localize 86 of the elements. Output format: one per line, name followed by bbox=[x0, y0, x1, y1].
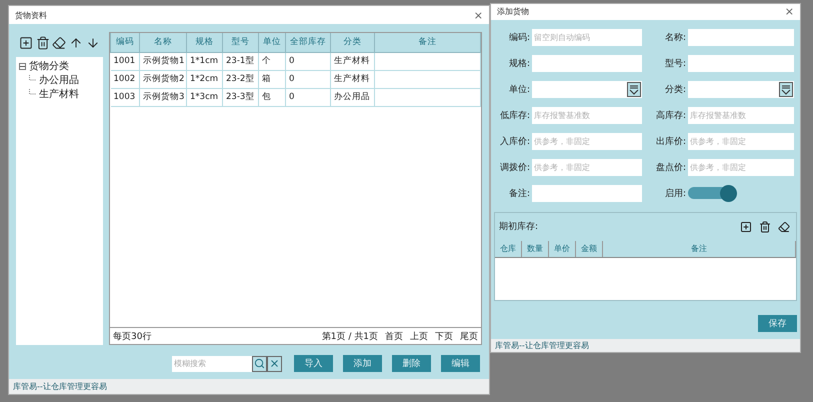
search-field[interactable]: 模糊搜索 bbox=[172, 356, 252, 372]
column-header[interactable]: 单位 bbox=[258, 33, 286, 52]
status-text: 库管易--让仓库管理更容易 bbox=[495, 340, 589, 351]
dropdown-icon[interactable] bbox=[627, 82, 641, 97]
field-label: 编码: bbox=[508, 32, 530, 44]
input-field[interactable] bbox=[688, 28, 794, 46]
input-field[interactable]: 供参考，非固定 bbox=[688, 132, 794, 150]
table-cell: 23-2型 bbox=[222, 70, 258, 88]
table-cell: 0 bbox=[286, 88, 330, 106]
column-header[interactable]: 分类 bbox=[330, 33, 374, 52]
page-nav-link[interactable]: 下页 bbox=[435, 330, 453, 342]
field-label: 分类: bbox=[664, 84, 686, 96]
close-button[interactable]: × bbox=[784, 5, 794, 18]
tree-item[interactable]: 生产材料 bbox=[39, 87, 79, 101]
tree-item[interactable]: 办公用品 bbox=[39, 73, 79, 87]
table-cell: 1*1cm bbox=[186, 52, 222, 70]
input-field[interactable]: 库存报警基准数 bbox=[532, 106, 642, 124]
add-icon[interactable] bbox=[19, 35, 34, 51]
table-cell: 0 bbox=[286, 70, 330, 88]
column-header[interactable]: 全部库存 bbox=[286, 33, 330, 52]
page-nav-link[interactable]: 尾页 bbox=[460, 330, 478, 342]
action-button[interactable]: 编辑 bbox=[441, 355, 480, 372]
dropdown-field[interactable] bbox=[688, 80, 794, 98]
page-nav-link[interactable]: 上页 bbox=[410, 330, 428, 342]
close-button[interactable]: × bbox=[474, 8, 483, 22]
table-cell: 个 bbox=[258, 52, 286, 70]
field-label: 高库存: bbox=[654, 110, 686, 122]
dropdown-icon[interactable] bbox=[779, 82, 793, 97]
page-info-text: 第1页 / 共1页 bbox=[322, 330, 378, 342]
field-label: 低库存: bbox=[498, 110, 530, 122]
table-cell: 示例货物1 bbox=[140, 52, 186, 70]
table-cell: 箱 bbox=[258, 70, 286, 88]
input-field[interactable]: 留空则自动编码 bbox=[532, 28, 642, 46]
table-cell: 1*2cm bbox=[186, 70, 222, 88]
table-cell: 23-3型 bbox=[222, 88, 258, 106]
column-header[interactable]: 编码 bbox=[110, 33, 140, 52]
field-label: 单位: bbox=[508, 84, 530, 96]
action-button[interactable]: 删除 bbox=[392, 355, 431, 372]
clear-icon[interactable] bbox=[267, 356, 282, 372]
collapse-icon[interactable] bbox=[19, 62, 26, 70]
column-header[interactable]: 规格 bbox=[186, 33, 222, 52]
section-label: 期初库存: bbox=[499, 220, 538, 234]
page-size-text: 每页30行 bbox=[113, 330, 152, 342]
window-title: 货物资料 bbox=[15, 10, 47, 20]
field-label: 型号: bbox=[664, 58, 686, 70]
table-cell: 包 bbox=[258, 88, 286, 106]
dropdown-field[interactable] bbox=[532, 80, 642, 98]
table-cell: 1001 bbox=[110, 52, 140, 70]
page-nav-link[interactable]: 首页 bbox=[385, 330, 403, 342]
input-field[interactable] bbox=[532, 54, 642, 72]
table-cell: 生产材料 bbox=[330, 52, 374, 70]
input-field[interactable] bbox=[688, 54, 794, 72]
action-button[interactable]: 添加 bbox=[343, 355, 382, 372]
input-field[interactable]: 库存报警基准数 bbox=[688, 106, 794, 124]
field-label: 调拨价: bbox=[498, 162, 530, 174]
table-cell: 0 bbox=[286, 52, 330, 70]
table-cell: 1003 bbox=[110, 88, 140, 106]
input-field[interactable]: 供参考，非固定 bbox=[532, 132, 642, 150]
field-label: 盘点价: bbox=[654, 162, 686, 174]
field-label: 启用: bbox=[664, 188, 686, 200]
table-cell: 生产材料 bbox=[330, 70, 374, 88]
column-header[interactable]: 名称 bbox=[140, 33, 186, 52]
table-cell: 示例货物2 bbox=[140, 70, 186, 88]
column-header[interactable]: 备注 bbox=[374, 33, 480, 52]
table-cell: 办公用品 bbox=[330, 88, 374, 106]
search-icon[interactable] bbox=[252, 356, 267, 372]
column-header[interactable]: 型号 bbox=[222, 33, 258, 52]
window-title: 添加货物 bbox=[497, 6, 529, 18]
field-label: 备注: bbox=[508, 188, 530, 200]
input-field[interactable] bbox=[532, 184, 642, 202]
table-cell: 示例货物3 bbox=[140, 88, 186, 106]
field-label: 入库价: bbox=[498, 136, 530, 148]
action-button[interactable]: 导入 bbox=[294, 355, 333, 372]
tree-item[interactable]: 货物分类 bbox=[29, 59, 69, 73]
table-cell: 1002 bbox=[110, 70, 140, 88]
field-label: 出库价: bbox=[654, 136, 686, 148]
field-label: 规格: bbox=[508, 58, 530, 70]
table-cell: 1*3cm bbox=[186, 88, 222, 106]
status-text: 库管易--让仓库管理更容易 bbox=[13, 381, 107, 392]
field-label: 名称: bbox=[664, 32, 686, 44]
input-field[interactable]: 供参考，非固定 bbox=[532, 158, 642, 176]
table-cell: 23-1型 bbox=[222, 52, 258, 70]
save-button[interactable]: 保存 bbox=[758, 314, 797, 332]
trash-icon[interactable] bbox=[36, 35, 50, 51]
toggle-switch[interactable] bbox=[688, 184, 738, 202]
input-field[interactable]: 供参考，非固定 bbox=[688, 158, 794, 176]
